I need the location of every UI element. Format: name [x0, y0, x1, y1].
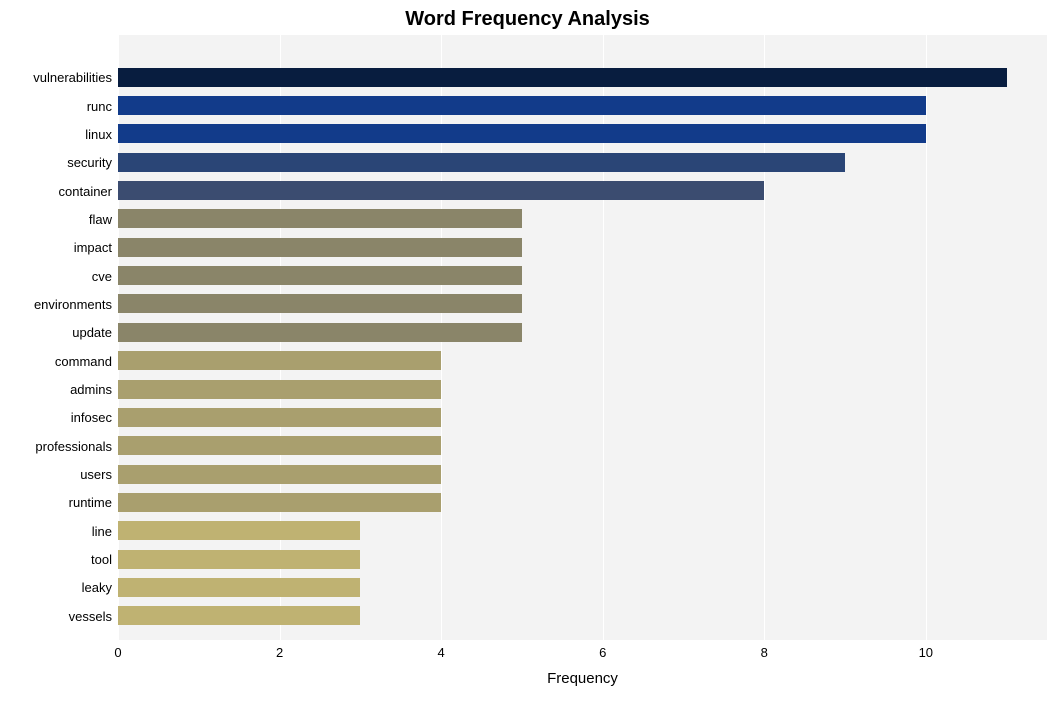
y-tick-label: line [2, 525, 112, 538]
y-tick-label: infosec [2, 411, 112, 424]
bar [118, 550, 360, 569]
bar [118, 351, 441, 370]
y-tick-label: runtime [2, 496, 112, 509]
x-axis-label: Frequency [118, 670, 1047, 687]
word-frequency-chart: Word Frequency Analysis Frequency vulner… [0, 0, 1055, 701]
bar [118, 380, 441, 399]
y-tick-label: cve [2, 270, 112, 283]
y-tick-label: users [2, 468, 112, 481]
y-tick-label: runc [2, 100, 112, 113]
bar [118, 209, 522, 228]
y-tick-label: security [2, 156, 112, 169]
y-tick-label: container [2, 185, 112, 198]
bar [118, 96, 926, 115]
chart-title: Word Frequency Analysis [0, 8, 1055, 31]
bar [118, 294, 522, 313]
y-tick-label: impact [2, 241, 112, 254]
x-tick-label: 8 [761, 645, 768, 660]
y-tick-label: flaw [2, 213, 112, 226]
bar [118, 493, 441, 512]
y-tick-label: admins [2, 383, 112, 396]
y-tick-label: environments [2, 298, 112, 311]
bar [118, 521, 360, 540]
y-tick-label: tool [2, 553, 112, 566]
x-tick-label: 4 [438, 645, 445, 660]
x-tick-label: 2 [276, 645, 283, 660]
x-tick-label: 10 [919, 645, 933, 660]
bar [118, 408, 441, 427]
bar [118, 606, 360, 625]
bar [118, 153, 845, 172]
y-tick-label: vulnerabilities [2, 71, 112, 84]
bar [118, 436, 441, 455]
y-tick-label: leaky [2, 581, 112, 594]
bar [118, 68, 1007, 87]
bar [118, 465, 441, 484]
bar [118, 238, 522, 257]
plot-area [118, 35, 1047, 640]
x-tick-label: 6 [599, 645, 606, 660]
x-tick-label: 0 [114, 645, 121, 660]
bar [118, 124, 926, 143]
y-tick-label: command [2, 355, 112, 368]
bar [118, 181, 764, 200]
y-tick-label: update [2, 326, 112, 339]
bar [118, 578, 360, 597]
bar [118, 323, 522, 342]
y-tick-label: linux [2, 128, 112, 141]
y-tick-label: vessels [2, 610, 112, 623]
y-tick-label: professionals [2, 440, 112, 453]
bar [118, 266, 522, 285]
